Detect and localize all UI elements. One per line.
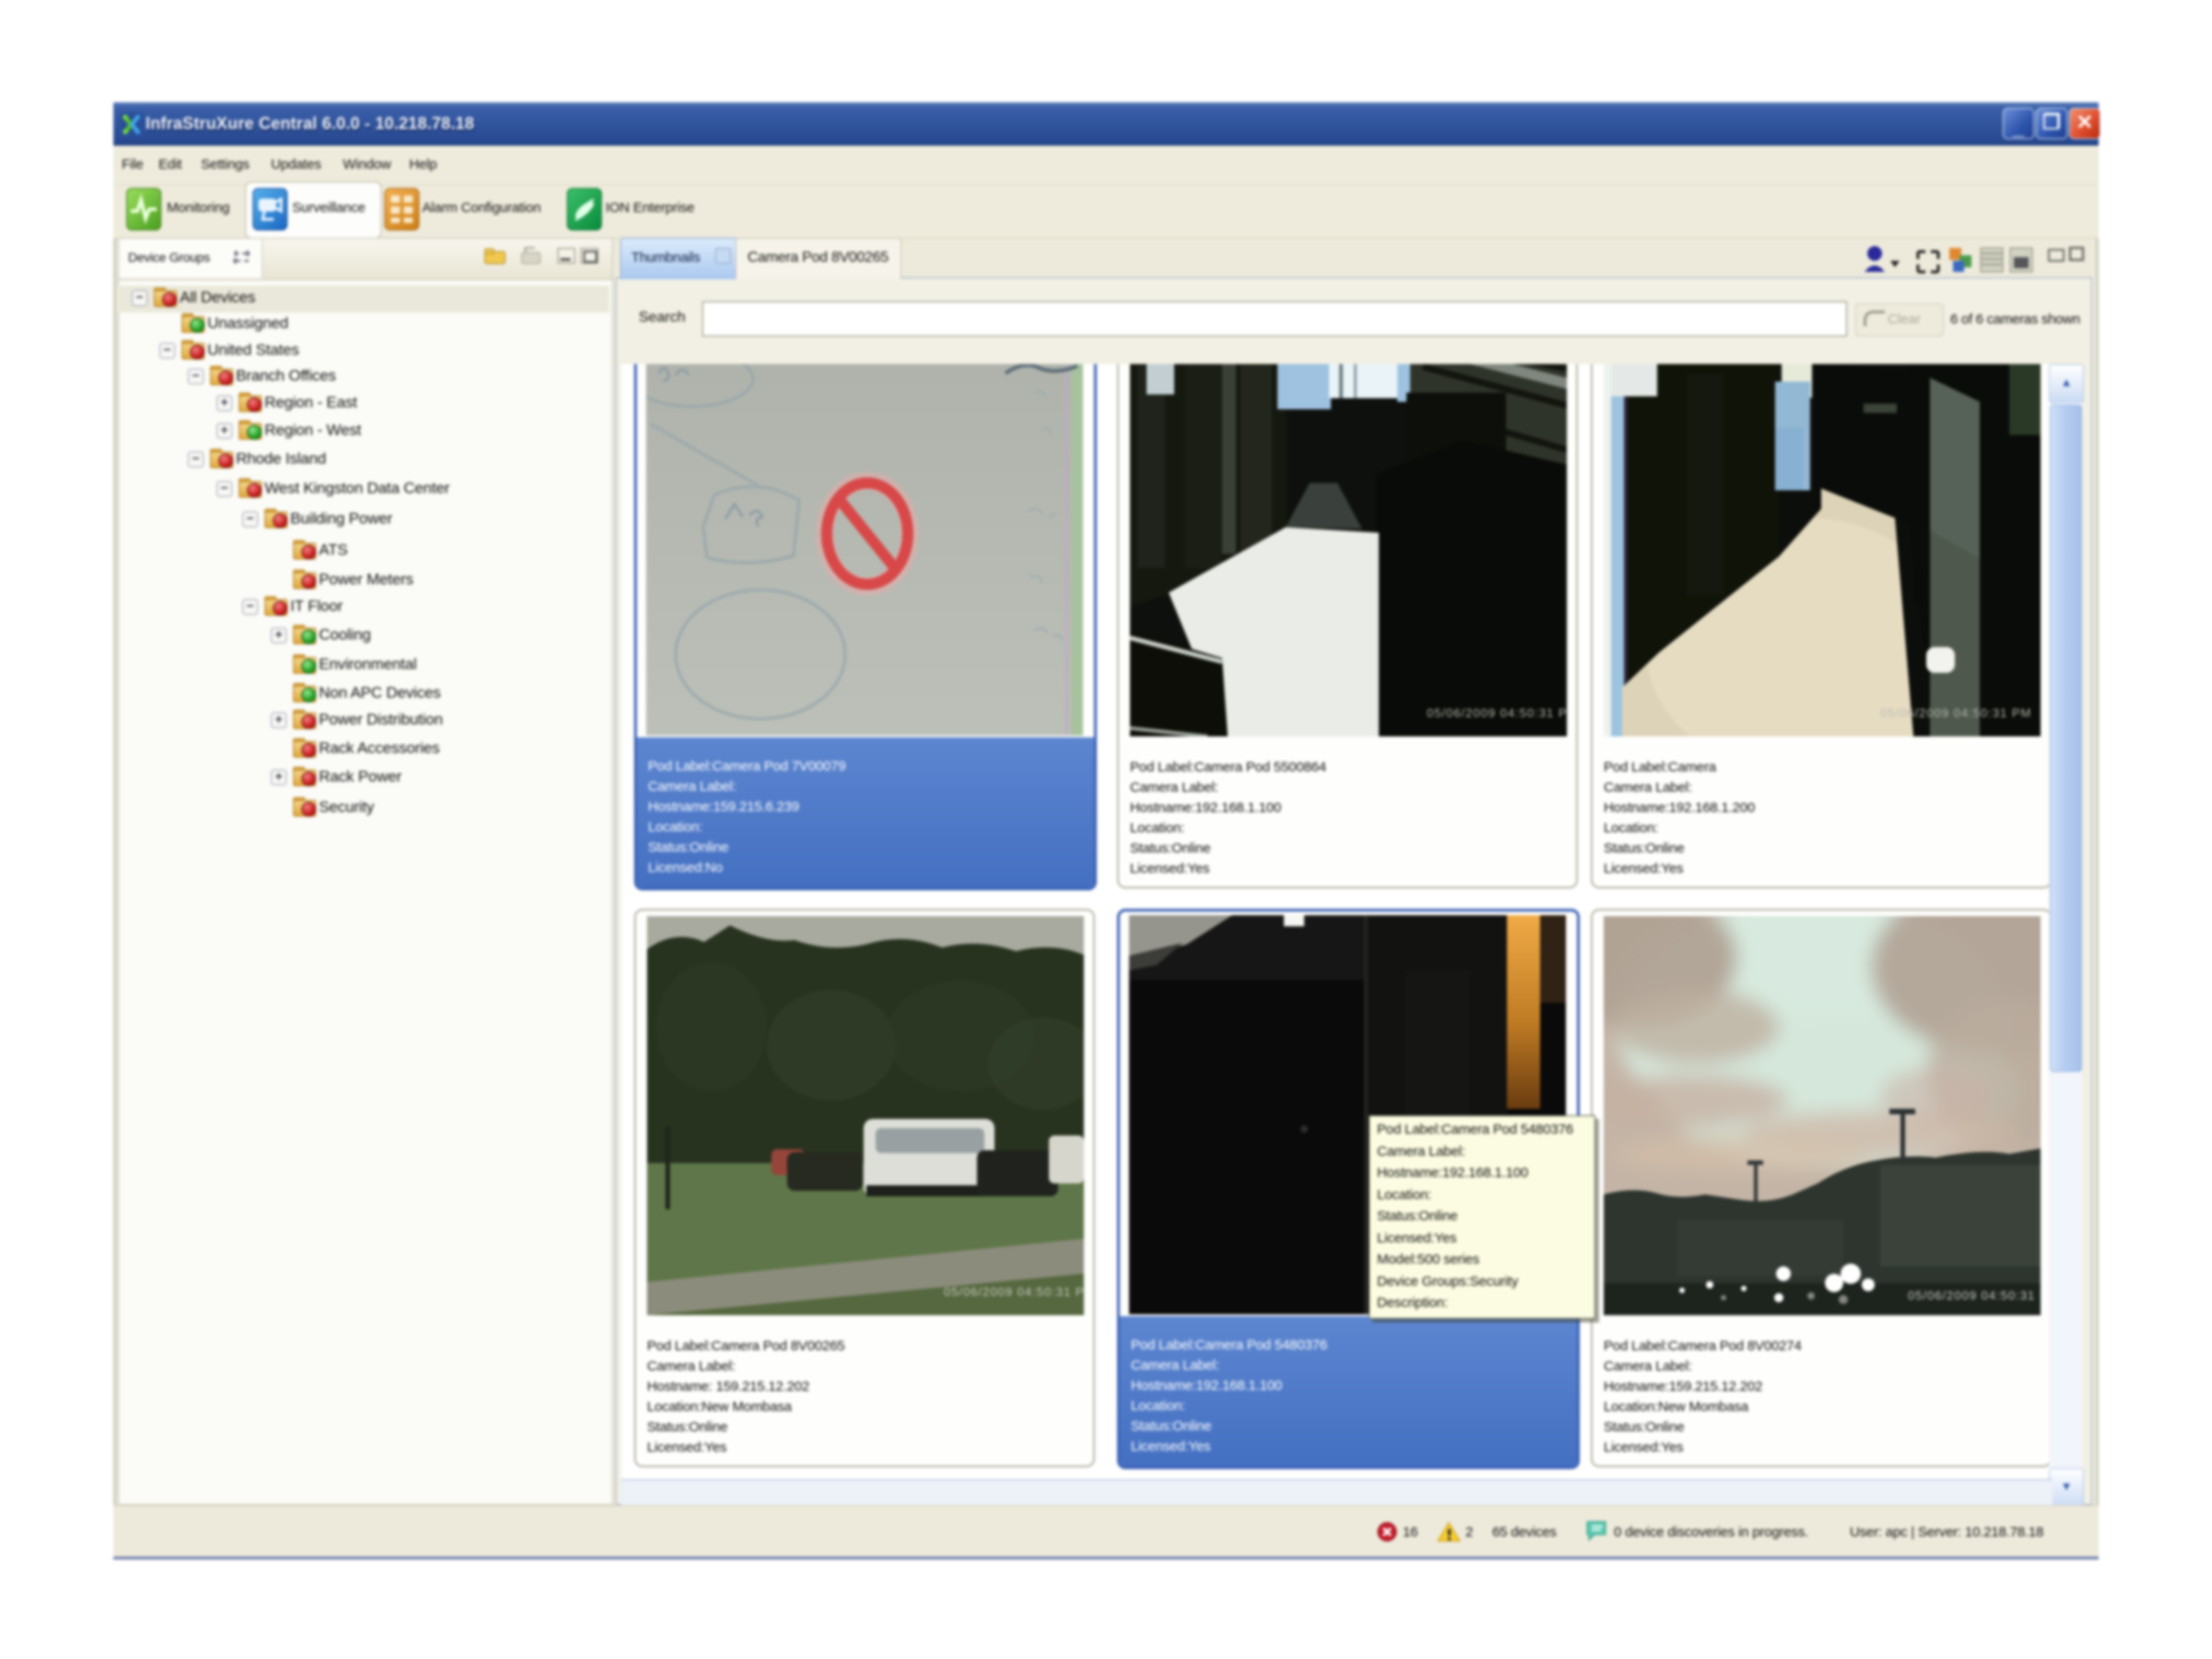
svg-text:05/06/2009 04:50:31 PM: 05/06/2009 04:50:31 PM (944, 1285, 1084, 1299)
svg-text:05/06/2009 04:50:31 PM: 05/06/2009 04:50:31 PM (1908, 1288, 2041, 1302)
svg-text:05/06/2009 04:50:31 PM: 05/06/2009 04:50:31 PM (1880, 706, 2031, 720)
svg-text:05/06/2009 04:50:31 PM: 05/06/2009 04:50:31 PM (1427, 706, 1567, 720)
